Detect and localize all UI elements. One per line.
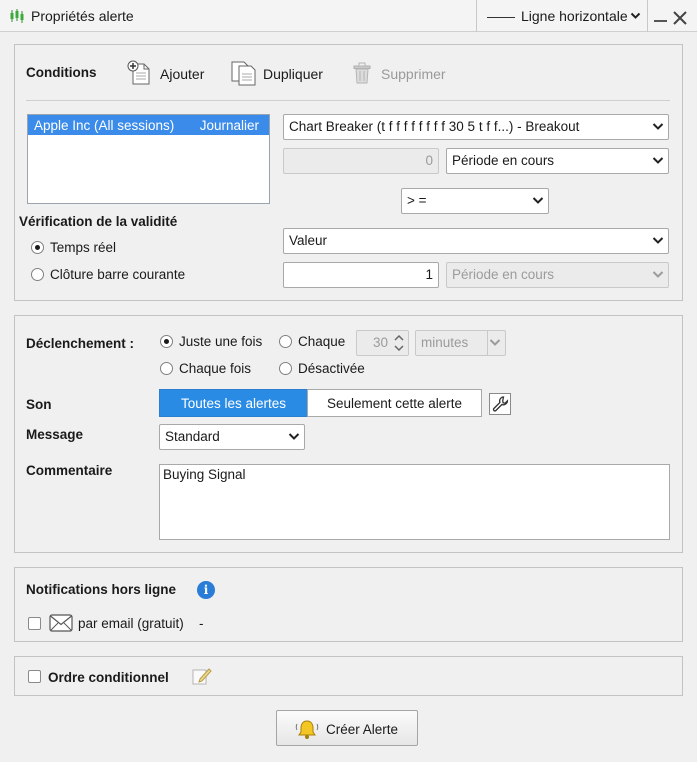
radio-button[interactable] (160, 362, 173, 375)
radio-each-time[interactable]: Chaque fois (160, 361, 275, 379)
offset-input[interactable]: 0 (283, 148, 439, 174)
radio-once[interactable]: Juste une fois (160, 334, 275, 352)
radio-label: Chaque (298, 334, 346, 349)
chevron-down-icon (652, 123, 664, 130)
interval-unit-select[interactable]: minutes (415, 330, 506, 356)
radio-label: Juste une fois (179, 334, 263, 349)
sound-all-alerts-button[interactable]: Toutes les alertes (159, 389, 308, 417)
radio-button[interactable] (31, 241, 44, 254)
add-document-icon (127, 60, 150, 85)
chevron-down-icon (652, 157, 664, 164)
create-alert-button[interactable]: Créer Alerte (276, 710, 418, 746)
message-heading: Message (26, 427, 84, 442)
symbol-list[interactable]: Apple Inc (All sessions) Journalier (27, 114, 270, 204)
chevron-down-icon (489, 339, 501, 346)
add-label: Ajouter (160, 66, 205, 82)
notifications-heading: Notifications hors ligne (26, 582, 177, 597)
indicator-value: Chart Breaker (t f f f f f f f f 30 5 t … (289, 119, 580, 134)
minimize-button[interactable] (651, 0, 671, 32)
target-select[interactable]: Valeur (283, 228, 669, 254)
message-select[interactable]: Standard (159, 424, 305, 450)
create-alert-label: Créer Alerte (326, 722, 399, 737)
radio-button[interactable] (279, 362, 292, 375)
validity-heading: Vérification de la validité (19, 214, 178, 229)
info-icon[interactable]: i (197, 581, 215, 599)
interval-value: 30 (372, 335, 388, 350)
conditions-heading: Conditions (26, 65, 97, 80)
drawing-tool-label: Ligne horizontale (521, 8, 628, 24)
radio-button[interactable] (160, 335, 173, 348)
symbol-name: Apple Inc (All sessions) (34, 118, 175, 133)
stepper-arrows-icon[interactable] (392, 331, 406, 355)
symbol-period: Journalier (199, 118, 259, 133)
chevron-down-icon (288, 433, 300, 440)
radio-realtime[interactable]: Temps réel (31, 240, 181, 258)
duplicate-icon (231, 61, 256, 86)
drawing-tool-select[interactable]: Ligne horizontale (476, 0, 648, 32)
radio-button[interactable] (279, 335, 292, 348)
chevron-down-icon (630, 12, 641, 19)
close-button[interactable] (673, 5, 687, 29)
title-bar: Propriétés alerte Ligne horizontale (0, 0, 697, 32)
edit-icon[interactable] (191, 665, 213, 687)
message-value: Standard (165, 429, 220, 444)
operator-select[interactable]: > = (401, 188, 549, 214)
indicator-select[interactable]: Chart Breaker (t f f f f f f f f 30 5 t … (283, 114, 669, 140)
radio-label: Chaque fois (179, 361, 252, 376)
target-value-input[interactable]: 1 (283, 262, 439, 288)
divider (487, 331, 488, 355)
line-icon (487, 16, 515, 18)
divider (26, 100, 670, 101)
interval-unit-value: minutes (421, 335, 469, 350)
bell-icon (295, 720, 319, 739)
list-item[interactable]: Apple Inc (All sessions) Journalier (28, 115, 269, 135)
sound-settings-button[interactable] (489, 393, 511, 415)
candlestick-icon (10, 9, 24, 23)
comment-text: Buying Signal (163, 467, 246, 482)
delete-condition-button[interactable]: Supprimer (351, 58, 451, 88)
radio-label: Désactivée (298, 361, 365, 376)
window-title: Propriétés alerte (31, 8, 134, 24)
sound-heading: Son (26, 397, 52, 412)
wrench-icon (492, 396, 509, 412)
chevron-down-icon (532, 197, 544, 204)
target-value: Valeur (289, 233, 328, 248)
delete-label: Supprimer (381, 66, 446, 82)
operator-value: > = (407, 193, 427, 208)
add-condition-button[interactable]: Ajouter (127, 58, 209, 88)
trigger-heading: Déclenchement : (26, 336, 135, 351)
comment-textarea[interactable]: Buying Signal (159, 464, 670, 540)
trash-icon (353, 62, 371, 84)
period-value-1: Période en cours (452, 153, 555, 168)
period-select-2[interactable]: Période en cours (446, 262, 669, 288)
email-checkbox[interactable] (28, 617, 41, 630)
period-value-2: Période en cours (452, 267, 555, 282)
close-icon (673, 11, 687, 25)
period-select-1[interactable]: Période en cours (446, 148, 669, 174)
comment-heading: Commentaire (26, 463, 113, 478)
chevron-down-icon (652, 237, 664, 244)
email-status: - (199, 616, 204, 631)
conditional-order-checkbox[interactable] (28, 670, 41, 683)
email-label: par email (gratuit) (78, 616, 184, 631)
radio-label: Clôture barre courante (50, 267, 186, 282)
radio-disabled[interactable]: Désactivée (279, 361, 379, 379)
sound-this-alert-button[interactable]: Seulement cette alerte (307, 389, 482, 417)
radio-label: Temps réel (50, 240, 117, 255)
envelope-icon (49, 614, 73, 632)
conditional-order-label: Ordre conditionnel (48, 670, 169, 685)
radio-button[interactable] (31, 268, 44, 281)
chevron-down-icon (652, 271, 664, 278)
duplicate-condition-button[interactable]: Dupliquer (230, 58, 330, 88)
duplicate-label: Dupliquer (263, 66, 323, 82)
radio-every[interactable]: Chaque (279, 334, 354, 352)
radio-bar-close[interactable]: Clôture barre courante (31, 267, 231, 285)
